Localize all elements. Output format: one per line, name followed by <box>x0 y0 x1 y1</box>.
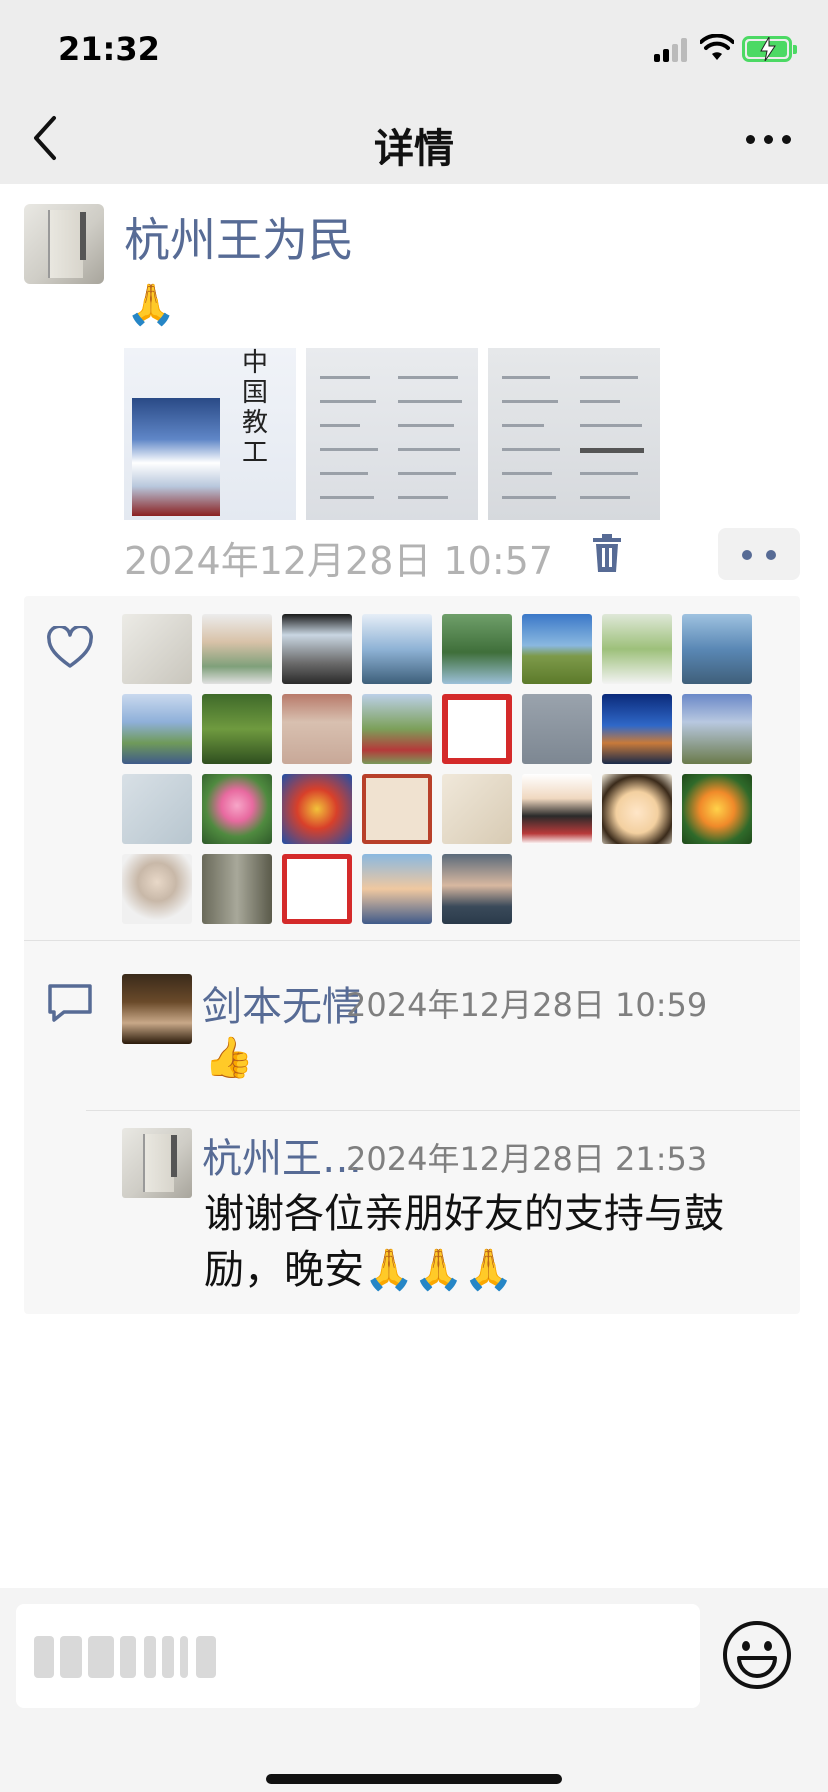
comment-input-bar <box>0 1588 828 1792</box>
post-text: 🙏 <box>126 282 176 328</box>
like-avatar[interactable] <box>442 614 512 684</box>
comment-icon <box>48 984 92 1022</box>
like-avatar[interactable] <box>362 774 432 844</box>
like-avatar[interactable] <box>282 774 352 844</box>
like-avatar[interactable] <box>122 614 192 684</box>
page-title: 详情 <box>374 126 454 172</box>
comment-time: 2024年12月28日 21:53 <box>346 1140 708 1178</box>
cellular-signal-icon <box>654 38 690 62</box>
trash-icon[interactable] <box>592 533 622 573</box>
author-avatar[interactable] <box>24 204 104 284</box>
emoji-icon[interactable] <box>722 1620 792 1690</box>
comment-time: 2024年12月28日 10:59 <box>346 986 708 1024</box>
post-image-1[interactable]: 中国教工 <box>124 348 296 520</box>
like-avatar[interactable] <box>122 694 192 764</box>
top-bar: 21:32 详情 <box>0 0 828 184</box>
like-avatar[interactable] <box>602 694 672 764</box>
like-avatar[interactable] <box>282 694 352 764</box>
like-avatar[interactable] <box>282 854 352 924</box>
home-indicator <box>266 1774 562 1784</box>
like-avatar[interactable] <box>122 774 192 844</box>
like-avatar[interactable] <box>522 774 592 844</box>
image-cover-text: 中国教工 <box>242 348 269 468</box>
like-avatar[interactable] <box>602 774 672 844</box>
like-avatar[interactable] <box>362 854 432 924</box>
like-avatar[interactable] <box>362 694 432 764</box>
like-avatar[interactable] <box>202 614 272 684</box>
commenter-name[interactable]: 剑本无情 <box>202 974 362 1032</box>
like-avatar[interactable] <box>682 694 752 764</box>
comment-text-line1: 谢谢各位亲朋好友的支持与鼓 <box>204 1191 724 1237</box>
status-time: 21:32 <box>58 30 160 68</box>
like-avatar[interactable] <box>442 694 512 764</box>
comment-text: 👍 <box>204 1035 254 1081</box>
likes-comments-panel: 剑本无情 2024年12月28日 10:59 👍 杭州王… 2024年12月28… <box>24 596 800 1314</box>
like-avatar[interactable] <box>682 774 752 844</box>
like-avatar[interactable] <box>202 774 272 844</box>
like-avatar[interactable] <box>282 614 352 684</box>
commenter-name[interactable]: 杭州王… <box>202 1126 362 1184</box>
battery-icon <box>742 36 797 62</box>
like-avatar[interactable] <box>522 694 592 764</box>
comment-divider <box>86 1110 800 1111</box>
comment-text-line2: 励，晚安🙏🙏🙏 <box>204 1247 514 1293</box>
more-icon[interactable] <box>744 130 794 148</box>
like-avatar[interactable] <box>522 614 592 684</box>
like-avatar[interactable] <box>682 614 752 684</box>
like-avatar[interactable] <box>442 774 512 844</box>
panel-divider <box>24 940 800 941</box>
like-avatar[interactable] <box>202 694 272 764</box>
author-name[interactable]: 杭州王为民 <box>124 204 354 270</box>
like-avatar[interactable] <box>442 854 512 924</box>
post-image-2[interactable] <box>306 348 478 520</box>
like-avatar[interactable] <box>202 854 272 924</box>
commenter-avatar[interactable] <box>122 1128 192 1198</box>
heart-icon <box>47 626 93 668</box>
comment-input[interactable] <box>16 1604 700 1708</box>
comment-action-button[interactable] <box>718 528 800 580</box>
post-image-3[interactable] <box>488 348 660 520</box>
like-avatar[interactable] <box>602 614 672 684</box>
like-avatar[interactable] <box>122 854 192 924</box>
wifi-icon <box>700 34 734 60</box>
commenter-avatar[interactable] <box>122 974 192 1044</box>
like-avatar[interactable] <box>362 614 432 684</box>
post-timestamp: 2024年12月28日 10:57 <box>124 539 554 583</box>
